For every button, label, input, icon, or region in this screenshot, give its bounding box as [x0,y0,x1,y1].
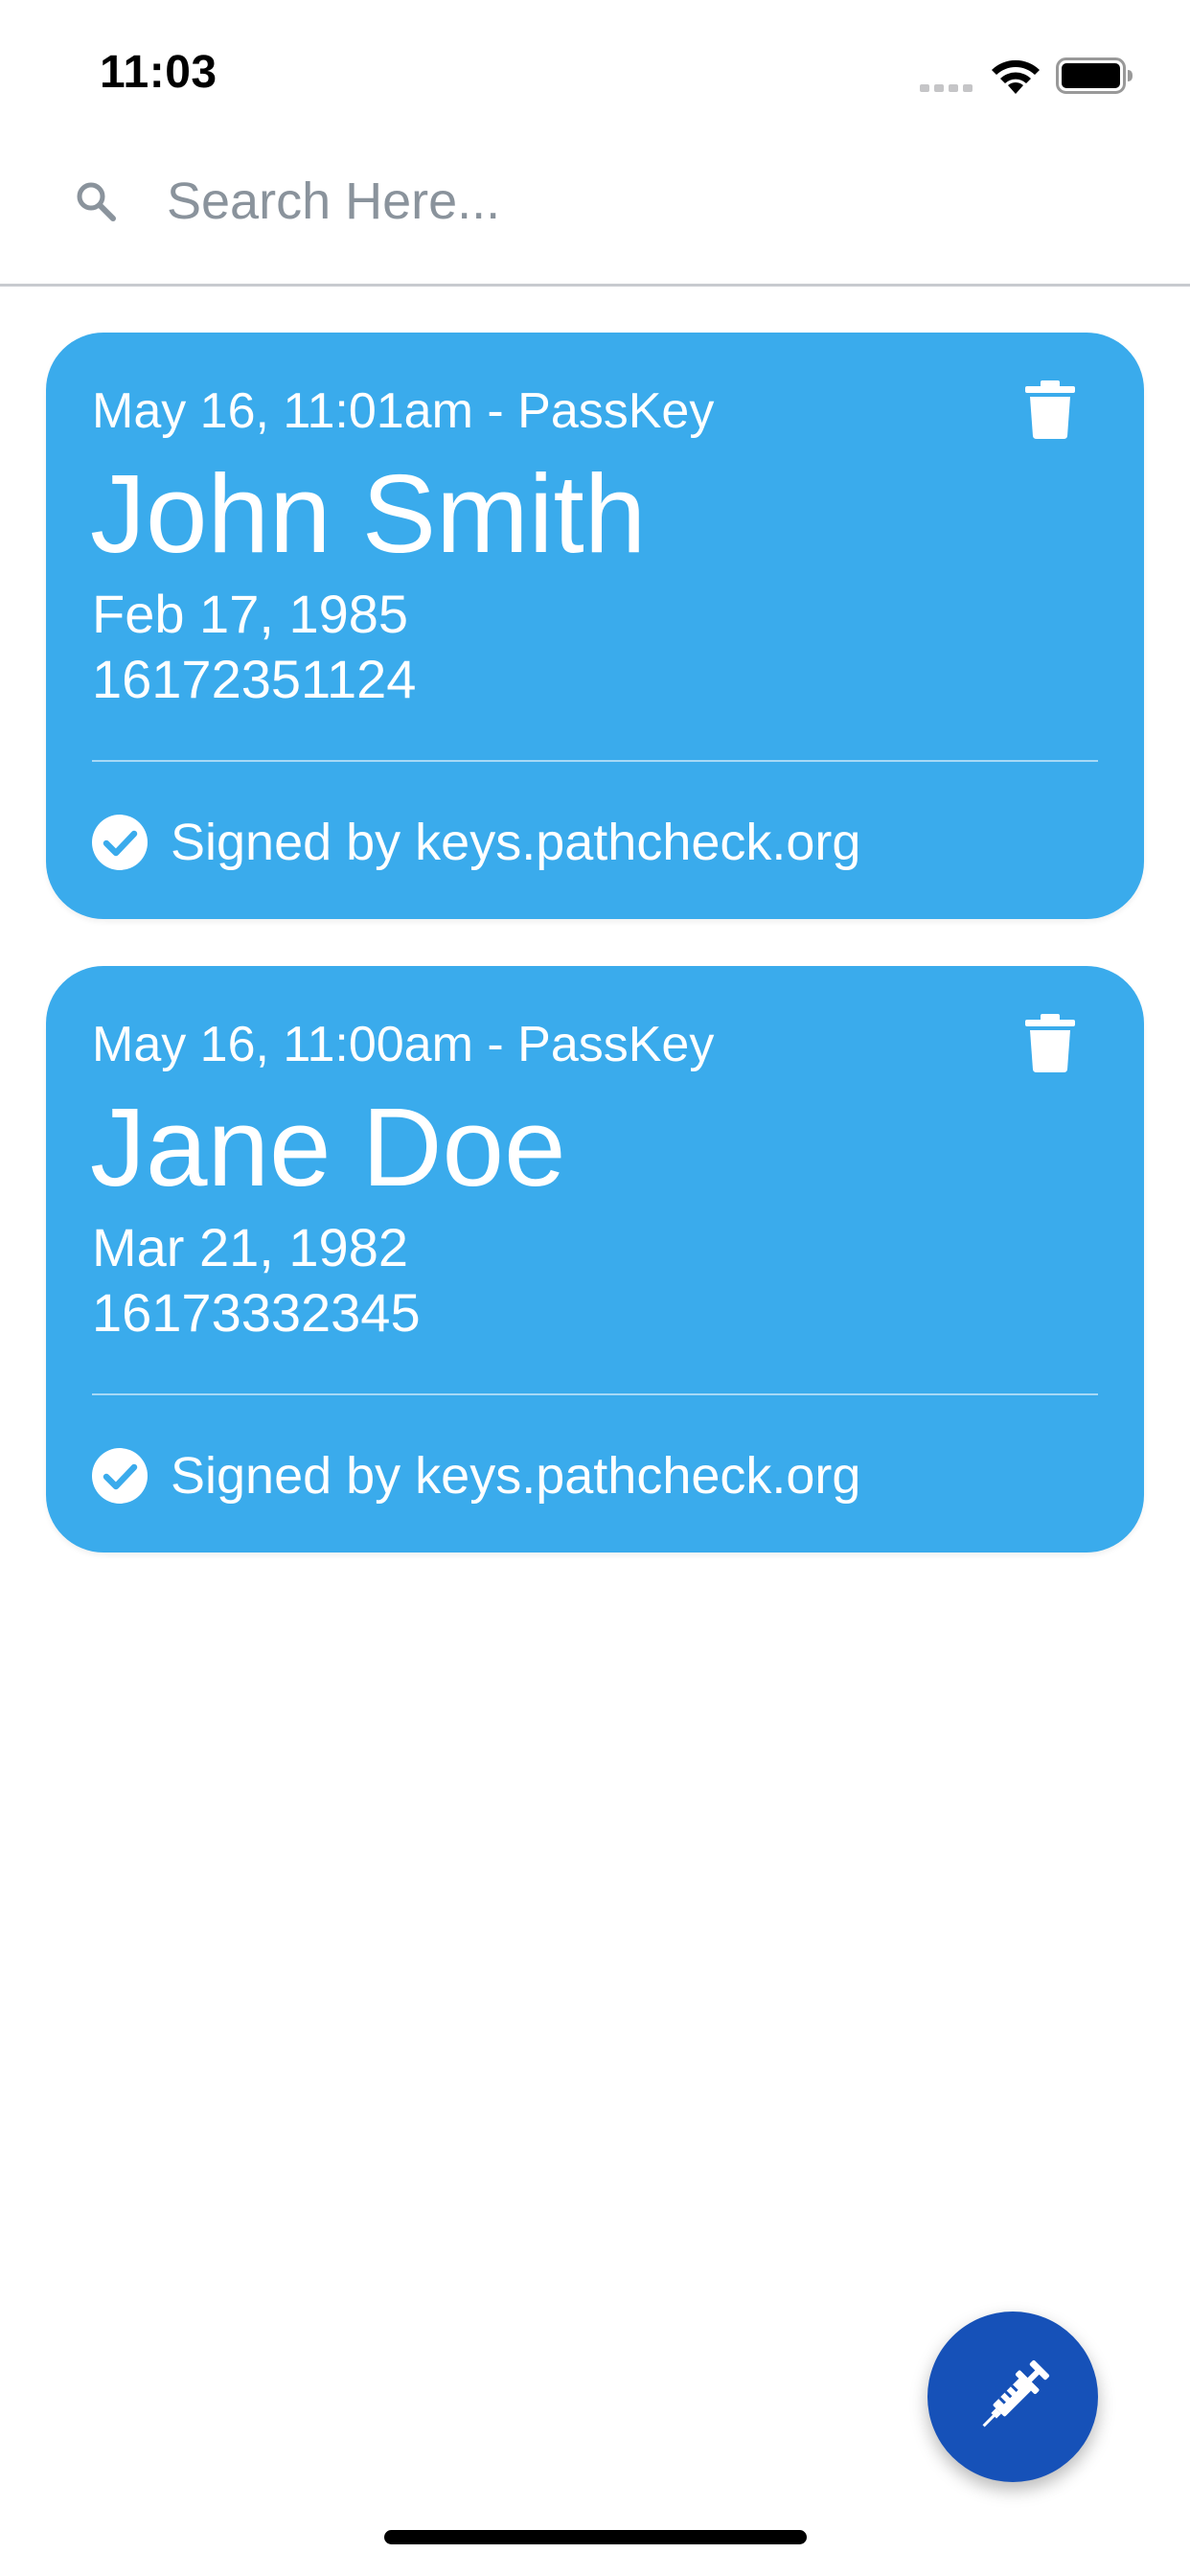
search-bar [0,144,1190,287]
check-circle-icon [92,815,148,870]
battery-icon [1056,58,1133,94]
add-vaccination-button[interactable] [927,2312,1098,2482]
status-bar: 11:03 [0,0,1190,144]
syringe-icon [982,2359,1050,2427]
card-signature: Signed by keys.pathcheck.org [92,1445,860,1506]
status-time: 11:03 [100,47,217,98]
search-icon [77,182,116,221]
card-name: John Smith [90,451,647,576]
signed-text: Signed by keys.pathcheck.org [171,814,861,871]
card-meta: May 16, 11:00am - PassKey [92,1017,715,1072]
pass-card[interactable]: May 16, 11:00am - PassKey Jane Doe Mar 2… [46,966,1144,1552]
wifi-icon [992,59,1040,94]
card-phone: 16172351124 [92,649,417,709]
card-phone: 16173332345 [92,1282,421,1343]
pass-card[interactable]: May 16, 11:01am - PassKey John Smith Feb… [46,333,1144,919]
card-meta: May 16, 11:01am - PassKey [92,383,715,439]
card-divider [92,1393,1098,1395]
card-name: Jane Doe [90,1085,566,1209]
check-circle-icon [92,1448,148,1504]
card-divider [92,760,1098,762]
card-dob: Feb 17, 1985 [92,584,409,644]
search-input[interactable] [167,163,1106,240]
signed-text: Signed by keys.pathcheck.org [171,1447,861,1505]
card-signature: Signed by keys.pathcheck.org [92,812,860,873]
cellular-signal-icon [920,80,973,92]
trash-icon[interactable] [1023,379,1077,440]
card-dob: Mar 21, 1982 [92,1217,408,1277]
trash-icon[interactable] [1023,1012,1077,1073]
home-indicator[interactable] [384,2530,807,2544]
